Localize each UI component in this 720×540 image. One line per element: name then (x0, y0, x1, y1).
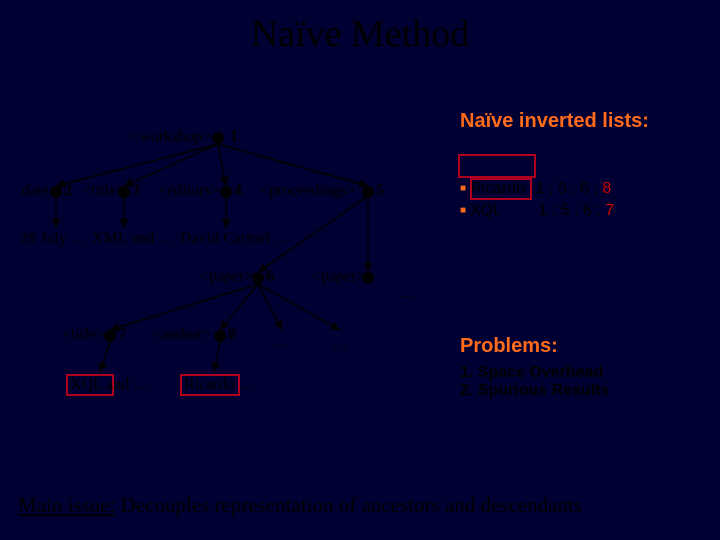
node-5-label: <proceedings> (260, 182, 355, 200)
node-1-label: <workshop> (130, 128, 211, 146)
node-3-num: 3 (132, 182, 140, 200)
node-5-num: 5 (376, 182, 384, 200)
node-6-num: 6 (266, 268, 274, 286)
problems-panel: Problems: 1. Space Overhead 2. Spurious … (460, 335, 710, 400)
inverted-row-1: ■XQL 1 ; 5 ; 6 ; 7 (460, 202, 710, 220)
node-2-dot (50, 186, 62, 198)
inverted-lists-panel: Naïve inverted lists: (460, 110, 710, 133)
node-2-content: 28 July … (20, 230, 87, 248)
footer-lead: Main issue: (18, 493, 115, 517)
footer-line: Main issue: Decouples representation of … (18, 493, 702, 518)
node-6-label: <paper> (200, 268, 254, 286)
node-2-label: date (22, 182, 49, 200)
problems-item-0: 1. Space Overhead (460, 364, 710, 382)
diagram-canvas: <workshop> 1 date 2 <title> 3 <editors> … (0, 0, 720, 540)
node-1-num: 1 (230, 128, 238, 146)
node-7-num: 7 (118, 326, 126, 344)
node-3-dot (118, 186, 130, 198)
inverted-ids-0: 1 ; 5 ; 6 ; (536, 180, 598, 197)
node-4-label: <editors> (158, 182, 220, 200)
node-8-content: Ricardo … (184, 376, 255, 394)
highlight-box-lists (458, 154, 536, 178)
node-6b-content: …. (398, 285, 418, 303)
node-6b-dot (362, 272, 374, 284)
node-8b-content: … (332, 334, 348, 352)
inverted-extra-0: 8 (602, 180, 611, 197)
node-8a-content: … (272, 334, 288, 352)
node-8-dot (214, 330, 226, 342)
bullet-icon: ■ (460, 205, 470, 216)
node-7-content: XQL and … (70, 376, 149, 394)
node-4-dot (220, 186, 232, 198)
inverted-ids-1: 1 ; 5 ; 6 ; (538, 202, 600, 219)
node-8-num: 8 (228, 326, 236, 344)
problems-heading: Problems: (460, 335, 710, 358)
node-5-dot (362, 186, 374, 198)
node-7-label: <title> (62, 326, 105, 344)
node-1-dot (212, 132, 224, 144)
node-4-num: 4 (234, 182, 242, 200)
node-2-num: 2 (64, 182, 72, 200)
node-7-dot (104, 330, 116, 342)
inverted-term-1: XQL (470, 202, 502, 219)
node-4-content: David Carmel … (180, 230, 290, 248)
bullet-icon: ■ (460, 183, 470, 194)
node-8-label: <author> (152, 326, 211, 344)
inverted-lists-heading: Naïve inverted lists: (460, 110, 710, 133)
problems-item-1: 2. Spurious Results (460, 382, 710, 400)
inverted-extra-1: 7 (605, 202, 614, 219)
highlight-box-ricardo-term (470, 178, 532, 200)
footer-rest: Decouples representation of ancestors an… (115, 493, 582, 517)
node-6-dot (252, 272, 264, 284)
node-3-content: XML and … (92, 230, 174, 248)
node-6b-label: <paper> (312, 268, 366, 286)
